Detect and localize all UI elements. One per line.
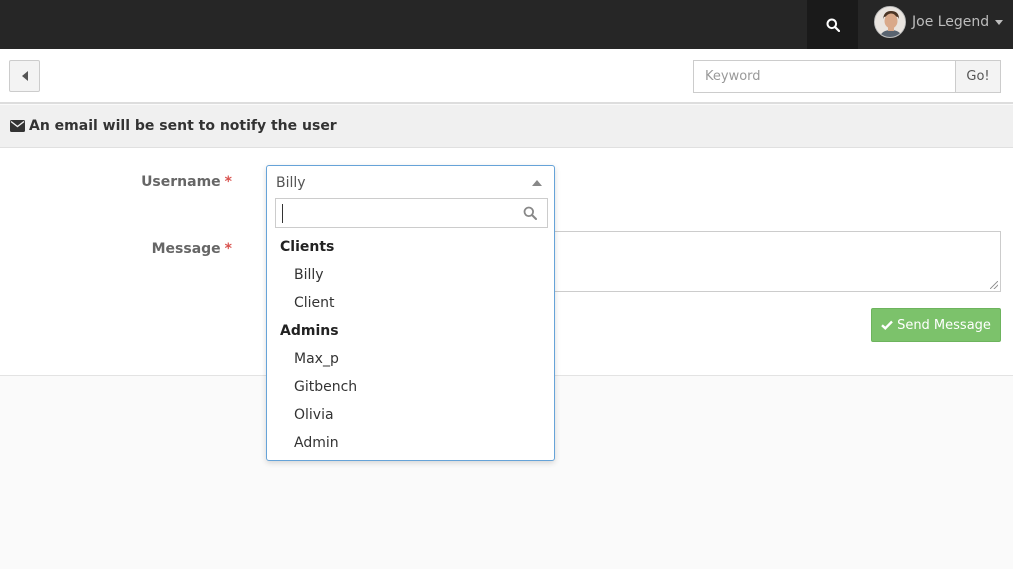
chevron-up-icon (532, 180, 542, 186)
navbar-search-button[interactable] (807, 0, 858, 49)
message-label: Message * (151, 241, 232, 257)
caret-down-icon (995, 19, 1004, 25)
required-mark: * (224, 174, 232, 190)
check-icon (881, 320, 893, 330)
toolbar: Go! (0, 49, 1013, 104)
text-cursor (282, 204, 283, 223)
username-select[interactable]: Billy Clients Billy Client Admins Max_p … (266, 165, 555, 461)
username-select-value[interactable]: Billy (267, 166, 554, 199)
envelope-icon (10, 120, 25, 132)
search-icon (523, 206, 537, 224)
dropdown-option[interactable]: Gitbench (267, 373, 554, 401)
dropdown-option[interactable]: Max_p (267, 345, 554, 373)
dropdown-option[interactable]: Client (267, 289, 554, 317)
user-menu[interactable]: Joe Legend (874, 5, 1004, 39)
dropdown-option[interactable]: Olivia (267, 401, 554, 429)
top-navbar: Joe Legend (0, 0, 1013, 49)
panel-heading-text: An email will be sent to notify the user (29, 118, 337, 134)
dropdown-options: Clients Billy Client Admins Max_p Gitben… (267, 233, 554, 457)
required-mark: * (224, 241, 232, 257)
dropdown-search-input[interactable] (275, 198, 548, 228)
avatar (874, 6, 906, 38)
send-message-button[interactable]: Send Message (871, 308, 1001, 342)
username-label: Username * (141, 174, 232, 190)
option-group-label: Clients (280, 239, 335, 255)
user-name: Joe Legend (912, 14, 990, 30)
keyword-search-input[interactable] (693, 60, 956, 93)
dropdown-option[interactable]: Admin (267, 429, 554, 457)
resize-handle[interactable] (990, 281, 998, 289)
option-group-label: Admins (280, 323, 339, 339)
caret-left-icon (21, 71, 28, 81)
panel-heading: An email will be sent to notify the user (0, 105, 1013, 148)
dropdown-option[interactable]: Billy (267, 261, 554, 289)
go-button[interactable]: Go! (955, 60, 1001, 93)
search-icon (826, 18, 840, 32)
back-button[interactable] (9, 60, 40, 92)
send-message-label: Send Message (897, 317, 991, 333)
